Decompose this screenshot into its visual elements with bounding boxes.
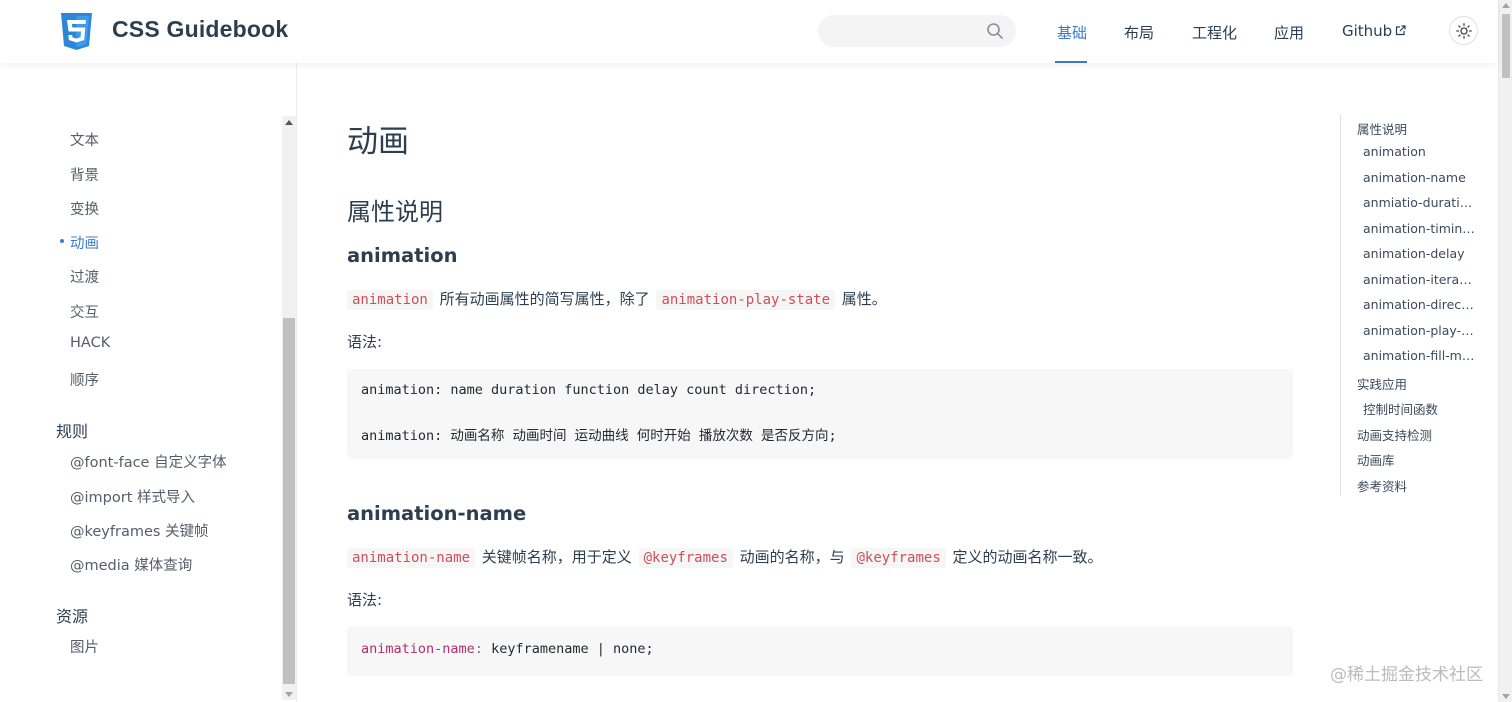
code-line: animation: 动画名称 动画时间 运动曲线 何时开始 播放次数 是否反方…	[361, 428, 837, 444]
toc-item-animation[interactable]: animation	[1363, 144, 1475, 159]
nav-basics[interactable]: 基础	[1057, 22, 1087, 43]
animation-description: animation 所有动画属性的简写属性，除了 animation-play-…	[347, 288, 887, 310]
search-icon[interactable]	[986, 22, 1004, 40]
page-scrollbar-thumb[interactable]	[1502, 14, 1510, 78]
toc-item-delay[interactable]: animation-delay	[1363, 246, 1475, 261]
inline-code: @keyframes	[638, 548, 733, 568]
watermark: @稀土掘金技术社区	[1330, 665, 1483, 685]
animation-name-description: animation-name 关键帧名称，用于定义 @keyframes 动画的…	[347, 546, 1103, 568]
scroll-up-arrow-icon[interactable]	[285, 120, 293, 125]
code-block[interactable]: animation-name: keyframename | none;	[347, 626, 1293, 676]
sidebar-item-animation[interactable]: 动画	[70, 232, 99, 253]
toc-item-properties[interactable]: 属性说明	[1357, 119, 1489, 138]
site-title[interactable]: CSS Guidebook	[112, 16, 288, 43]
syntax-label: 语法:	[347, 591, 383, 609]
toc-item-iteration[interactable]: animation-iterati...	[1363, 272, 1475, 287]
description-text: 定义的动画名称一致。	[952, 548, 1103, 566]
page-title: 动画	[347, 124, 409, 160]
code-token-value: keyframename | none;	[482, 641, 654, 657]
heading-animation: animation	[347, 244, 458, 267]
toc-item-play-state[interactable]: animation-play-st...	[1363, 323, 1475, 338]
nav-layout[interactable]: 布局	[1124, 22, 1154, 43]
top-navbar: CSS Guidebook 基础 布局 工程化 应用 Github	[0, 0, 1498, 63]
toc-item-timing[interactable]: animation-timing...	[1363, 221, 1475, 236]
code-token-colon: :	[474, 641, 483, 657]
table-of-contents: 属性说明 animation animation-name anmiatio-d…	[1340, 114, 1490, 496]
code-block[interactable]: animation: name duration function delay …	[347, 369, 1293, 459]
nav-github-label: Github	[1342, 22, 1393, 40]
sidebar-scrollbar[interactable]	[282, 116, 296, 700]
sidebar-item-media[interactable]: @media 媒体查询	[70, 554, 192, 575]
sidebar-item-transform[interactable]: 变换	[70, 198, 99, 219]
sun-icon	[1456, 23, 1472, 39]
toc-item-support-detection[interactable]: 动画支持检测	[1357, 425, 1489, 444]
toc-item-animation-name[interactable]: animation-name	[1363, 170, 1475, 185]
code-line: animation-name: keyframename | none;	[361, 641, 654, 657]
scroll-down-arrow-icon[interactable]	[1502, 694, 1510, 699]
code-token-property: animation-name	[361, 641, 475, 657]
sidebar-group-resources[interactable]: 资源	[56, 603, 88, 627]
sidebar-item-interaction[interactable]: 交互	[70, 301, 99, 322]
sidebar-item-images[interactable]: 图片	[70, 636, 99, 657]
sidebar-group-rules[interactable]: 规则	[56, 418, 88, 442]
active-item-bullet	[60, 239, 64, 243]
scroll-up-arrow-icon[interactable]	[1502, 3, 1510, 8]
inline-code: animation-name	[347, 548, 476, 568]
code-line: animation: name duration function delay …	[361, 382, 817, 398]
theme-toggle-button[interactable]	[1449, 16, 1478, 45]
sidebar: 文本 背景 变换 动画 过渡 交互 HACK 顺序 规则 @font-face …	[0, 63, 297, 702]
page-scrollbar[interactable]	[1498, 0, 1512, 702]
toc-item-libraries[interactable]: 动画库	[1357, 450, 1489, 469]
search-input[interactable]	[818, 15, 1016, 47]
nav-engineering[interactable]: 工程化	[1192, 22, 1237, 43]
sidebar-item-order[interactable]: 顺序	[70, 369, 99, 390]
sidebar-item-text[interactable]: 文本	[70, 129, 99, 150]
sidebar-item-font-face[interactable]: @font-face 自定义字体	[70, 451, 227, 472]
external-link-icon	[1396, 25, 1406, 36]
sidebar-item-keyframes[interactable]: @keyframes 关键帧	[70, 520, 209, 541]
inline-code: @keyframes	[851, 548, 946, 568]
toc-item-fill-mode[interactable]: animation-fill-mo...	[1363, 348, 1475, 363]
toc-item-duration[interactable]: anmiatio-duration	[1363, 195, 1475, 210]
scroll-down-arrow-icon[interactable]	[285, 692, 293, 697]
toc-item-references[interactable]: 参考资料	[1357, 476, 1489, 495]
toc-item-timing-control[interactable]: 控制时间函数	[1363, 399, 1475, 418]
syntax-label: 语法:	[347, 333, 383, 351]
sidebar-scrollbar-thumb[interactable]	[283, 318, 295, 684]
description-text: 动画的名称，与	[739, 548, 845, 566]
nav-application[interactable]: 应用	[1274, 22, 1304, 43]
nav-active-indicator	[1055, 61, 1087, 63]
description-text: 属性。	[841, 290, 887, 308]
section-heading-properties: 属性说明	[347, 198, 443, 226]
nav-github[interactable]: Github	[1342, 22, 1406, 40]
heading-animation-name: animation-name	[347, 502, 527, 525]
toc-item-direction[interactable]: animation-directi...	[1363, 297, 1475, 312]
sidebar-item-background[interactable]: 背景	[70, 164, 99, 185]
description-text: 所有动画属性的简写属性，除了	[439, 290, 650, 308]
inline-code: animation-play-state	[656, 290, 836, 310]
inline-code: animation	[347, 290, 433, 310]
css3-logo-icon[interactable]	[60, 13, 93, 50]
description-text: 关键帧名称，用于定义	[481, 548, 632, 566]
sidebar-item-import[interactable]: @import 样式导入	[70, 486, 195, 507]
sidebar-item-hack[interactable]: HACK	[70, 335, 110, 351]
sidebar-item-transition[interactable]: 过渡	[70, 266, 99, 287]
toc-item-practice[interactable]: 实践应用	[1357, 374, 1489, 393]
